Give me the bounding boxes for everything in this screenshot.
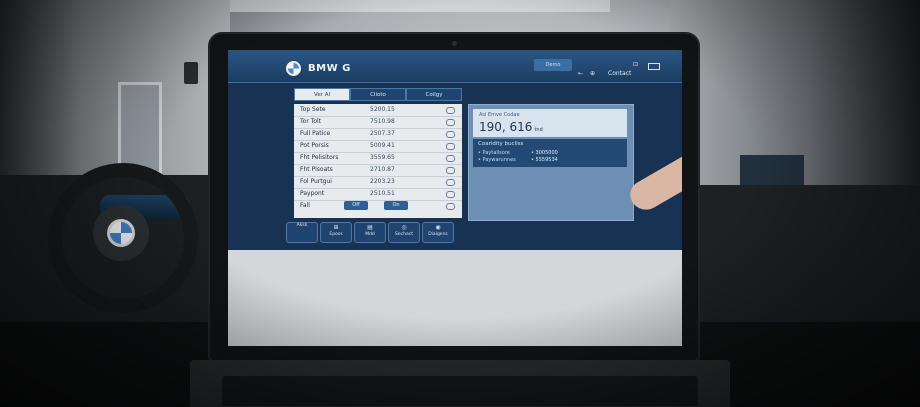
grid-icon: ⊞ xyxy=(333,224,339,231)
car-dashboard-right xyxy=(660,185,920,335)
app-topbar: BMW G Demo ← ⊕ Contact ⊡ xyxy=(228,50,682,83)
row-label: Tor Tolt xyxy=(300,118,322,125)
button-label: Mdd xyxy=(365,232,375,237)
tab-ver-al[interactable]: Ver Al xyxy=(294,88,350,101)
row-label: Fht Pelisitors xyxy=(300,154,339,161)
toggle-icon[interactable] xyxy=(446,143,455,150)
battery-icon xyxy=(648,63,660,70)
brand-name: BMW G xyxy=(308,63,351,74)
photo-scene: BMW G Demo ← ⊕ Contact ⊡ Ver Al Clioto C… xyxy=(0,0,920,407)
panel-details: Coaridity bucliss • Paytallsore • 300500… xyxy=(473,139,627,167)
diaigens-button[interactable]: ◉ Diaigens xyxy=(422,222,454,243)
panel-kicker: Asl Emve Codae xyxy=(479,112,520,118)
globe-icon[interactable]: ⊕ xyxy=(590,70,595,77)
row-value: 3559.65 xyxy=(370,154,395,161)
wall-speaker xyxy=(184,62,198,84)
detail-label: • Paytallsore xyxy=(478,150,510,156)
webcam xyxy=(452,41,457,46)
toggle-icon[interactable] xyxy=(446,167,455,174)
tab-clioto[interactable]: Clioto xyxy=(350,88,406,101)
toggle-icon[interactable] xyxy=(446,107,455,114)
row-value: 2510.51 xyxy=(370,190,395,197)
row-value: 7510.98 xyxy=(370,118,395,125)
toggle-icon[interactable] xyxy=(446,131,455,138)
brand-logo-icon xyxy=(286,61,301,76)
door-frame xyxy=(118,82,162,174)
panel-header: Asl Emve Codae 190, 616 tnd xyxy=(473,109,627,137)
bottom-toolbar: Aksk ⊞ Eposs ▤ Mdd ◎ Sechact ◉ Diaigens xyxy=(286,222,466,243)
toggle-icon[interactable] xyxy=(446,155,455,162)
button-label: Sechact xyxy=(395,232,413,237)
toggle-icon[interactable] xyxy=(446,119,455,126)
row-value: 5009.41 xyxy=(370,142,395,149)
row-label: Top Sete xyxy=(300,106,326,113)
aksk-button[interactable]: Aksk xyxy=(286,222,318,243)
car-logo-icon xyxy=(107,219,135,247)
detail-value: • 5559534 xyxy=(531,157,558,163)
toggle-icon[interactable] xyxy=(446,191,455,198)
sechact-button[interactable]: ◎ Sechact xyxy=(388,222,420,243)
target-icon: ◎ xyxy=(401,224,407,231)
ceiling-light xyxy=(190,0,610,12)
button-label: Diaigens xyxy=(428,232,448,237)
off-button[interactable]: Off xyxy=(344,201,368,210)
tab-coilgy[interactable]: Coilgy xyxy=(406,88,462,101)
settings-table: Top Sete 5200.15 Tor Tolt 7510.98 Full Pat… xyxy=(294,104,462,218)
panel-details-title: Coaridity bucliss xyxy=(478,141,524,147)
row-label: Fol Purtgui xyxy=(300,178,332,185)
laptop-screen: BMW G Demo ← ⊕ Contact ⊡ Ver Al Clioto C… xyxy=(228,50,682,346)
window-icon[interactable]: ⊡ xyxy=(633,61,638,68)
row-value: 5200.15 xyxy=(370,106,395,113)
panel-value: 190, 616 tnd xyxy=(479,120,543,134)
on-button[interactable]: On xyxy=(384,201,408,210)
dealer-app: BMW G Demo ← ⊕ Contact ⊡ Ver Al Clioto C… xyxy=(228,50,682,250)
toggle-icon[interactable] xyxy=(446,203,455,210)
row-value: 2203.23 xyxy=(370,178,395,185)
row-value: 2710.87 xyxy=(370,166,395,173)
detail-value: • 3005000 xyxy=(531,150,558,156)
steering-hub xyxy=(93,205,149,261)
row-label: Fall xyxy=(300,202,310,209)
laptop-keyboard xyxy=(222,376,698,406)
document-icon: ▤ xyxy=(367,224,373,231)
detail-label: • Paywarunnes xyxy=(478,157,516,163)
row-label: Pot Porsis xyxy=(300,142,329,149)
toggle-icon[interactable] xyxy=(446,179,455,186)
tab-demo[interactable]: Demo xyxy=(534,59,572,71)
diagnostics-icon: ◉ xyxy=(435,224,441,231)
back-icon[interactable]: ← xyxy=(578,70,583,77)
button-label: Aksk xyxy=(296,223,308,228)
segmented-tabs: Ver Al Clioto Coilgy xyxy=(294,88,462,101)
table-row: Fall Off On xyxy=(294,200,462,212)
row-label: Paypont xyxy=(300,190,325,197)
row-value: 2507.37 xyxy=(370,130,395,137)
button-label: Eposs xyxy=(329,232,343,237)
eposs-button[interactable]: ⊞ Eposs xyxy=(320,222,352,243)
row-label: Fht Plsoats xyxy=(300,166,333,173)
panel-value-number: 190, 616 xyxy=(479,120,533,134)
panel-unit: tnd xyxy=(534,127,543,133)
summary-panel: Asl Emve Codae 190, 616 tnd Coaridity buc… xyxy=(468,104,634,221)
row-label: Full Patice xyxy=(300,130,331,137)
mdd-button[interactable]: ▤ Mdd xyxy=(354,222,386,243)
contact-link[interactable]: Contact xyxy=(608,70,631,77)
